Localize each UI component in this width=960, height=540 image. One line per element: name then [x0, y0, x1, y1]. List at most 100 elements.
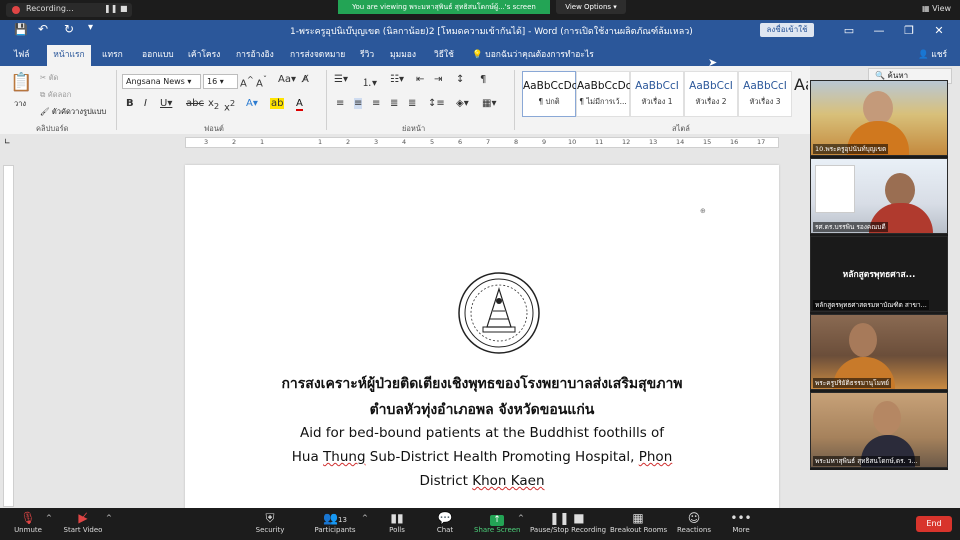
shrink-font-icon[interactable]: Aˇ	[256, 74, 267, 89]
share-screen-button[interactable]: ↑ Share Screen	[474, 510, 521, 534]
text-effects-icon[interactable]: A▾	[246, 98, 258, 109]
justify-icon[interactable]: ≣	[390, 98, 398, 109]
bullets-icon[interactable]: ☰▾	[334, 74, 348, 85]
align-right-icon[interactable]: ≡	[372, 98, 380, 109]
multilevel-list-icon[interactable]: ☷▾	[390, 74, 404, 85]
tab-layout[interactable]: เค้าโครง	[188, 47, 220, 61]
misspelled-word[interactable]: Thung	[323, 449, 365, 465]
tab-mailings[interactable]: การส่งจดหมาย	[290, 47, 345, 61]
align-left-icon[interactable]: ≡	[336, 98, 344, 109]
view-button[interactable]: ▦ View	[922, 4, 951, 13]
style-heading-3[interactable]: AaBbCcI หัวเรื่อง 3	[738, 71, 792, 117]
align-center-icon[interactable]: ≡	[354, 98, 363, 109]
tab-selector-icon[interactable]: ∟	[4, 137, 11, 146]
style-normal[interactable]: AaBbCcDc ¶ ปกติ	[522, 71, 577, 117]
share-button[interactable]: 👤 แชร์	[918, 47, 947, 61]
thai-title-line-2[interactable]: ตำบลหัวทุ่งอำเภอพล จังหวัดขอนแก่น	[185, 399, 779, 421]
bold-button[interactable]: B	[126, 98, 134, 109]
paste-icon[interactable]: 📋	[10, 72, 32, 93]
style-heading-1[interactable]: AaBbCcI หัวเรื่อง 1	[630, 71, 684, 117]
sort-icon[interactable]: ↕	[456, 74, 464, 85]
save-icon[interactable]: 💾	[14, 23, 28, 36]
view-options-button[interactable]: View Options ▾	[556, 0, 626, 14]
italic-button[interactable]: I	[144, 98, 147, 109]
participant-video-3[interactable]: หลักสูตรพุทธศาส... หลักสูตรพุทธศาสตรมหาบ…	[810, 236, 948, 312]
borders-icon[interactable]: ▦▾	[482, 98, 496, 109]
strikethrough-button[interactable]: abc	[186, 98, 204, 109]
tab-references[interactable]: การอ้างอิง	[236, 47, 274, 61]
font-color-icon[interactable]: A	[296, 98, 303, 111]
polls-button[interactable]: ▮▮ Polls	[380, 510, 414, 534]
tab-design[interactable]: ออกแบบ	[142, 47, 174, 61]
chevron-up-icon[interactable]: ^	[362, 514, 368, 522]
english-title-line-3[interactable]: District Khon Kaen	[185, 473, 779, 489]
show-marks-icon[interactable]: ¶	[480, 74, 486, 85]
tab-review[interactable]: รีวิว	[360, 47, 374, 61]
superscript-button[interactable]: x2	[224, 98, 235, 113]
stop-recording-icon[interactable]: ■	[120, 4, 128, 13]
tab-insert[interactable]: แทรก	[102, 47, 123, 61]
pause-stop-recording-button[interactable]: ❚❚ ■ Pause/Stop Recording	[530, 510, 606, 534]
close-icon[interactable]: ✕	[926, 22, 952, 40]
thai-title-line-1[interactable]: การสงเคราะห์ผู้ป่วยติดเตียงเชิงพุทธของโร…	[185, 373, 779, 395]
numbering-icon[interactable]: ⒈▾	[362, 74, 377, 89]
format-painter-button[interactable]: 🖌 ตัวคัดวางรูปแบบ	[40, 106, 106, 118]
start-video-button[interactable]: ▶̸ Start Video	[60, 510, 106, 534]
tell-me-search[interactable]: 💡 บอกฉันว่าคุณต้องการทำอะไร	[472, 47, 594, 61]
copy-button[interactable]: ⧉ คัดลอก	[40, 89, 71, 101]
tab-home[interactable]: หน้าแรก	[47, 45, 91, 66]
tab-help[interactable]: วิธีใช้	[434, 47, 454, 61]
participant-video-1[interactable]: 10.พระครูอุปนันท์บุญเขต	[810, 80, 948, 156]
underline-button[interactable]: U▾	[160, 98, 172, 109]
more-button[interactable]: ••• More	[726, 510, 756, 534]
font-name-select[interactable]: Angsana News ▾	[122, 74, 201, 89]
end-meeting-button[interactable]: End	[916, 516, 952, 532]
increase-indent-icon[interactable]: ⇥	[434, 74, 442, 85]
sign-in-button[interactable]: ลงชื่อเข้าใช้	[760, 23, 814, 37]
chevron-up-icon[interactable]: ^	[46, 514, 52, 522]
reactions-button[interactable]: ☺ Reactions	[674, 510, 714, 534]
style-heading-2[interactable]: AaBbCcI หัวเรื่อง 2	[684, 71, 738, 117]
paste-label[interactable]: วาง	[14, 98, 26, 110]
ribbon-display-icon[interactable]: ▭	[836, 22, 862, 40]
tab-file[interactable]: ไฟล์	[14, 47, 30, 61]
participants-button[interactable]: 👥13 Participants	[310, 510, 360, 534]
misspelled-word[interactable]: Khon Kaen	[472, 473, 544, 489]
distributed-icon[interactable]: ≣	[408, 98, 416, 109]
participant-video-5[interactable]: พระมหาสุพินธ์ สุทธิสนโดกษ์,ดร. ว...	[810, 392, 948, 468]
security-button[interactable]: ⛨ Security	[250, 510, 290, 534]
pause-recording-icon[interactable]: ❚❚	[104, 4, 117, 13]
font-size-select[interactable]: 16 ▾	[203, 74, 238, 89]
english-title-line-1[interactable]: Aid for bed-bound patients at the Buddhi…	[185, 425, 779, 441]
decrease-indent-icon[interactable]: ⇤	[416, 74, 424, 85]
vertical-ruler[interactable]	[3, 165, 14, 507]
restore-icon[interactable]: ❐	[896, 22, 922, 40]
participant-video-2[interactable]: รศ.ดร.บรรพิน รองคณบดี	[810, 158, 948, 234]
line-spacing-icon[interactable]: ↕≡	[428, 98, 445, 109]
ruler-bar[interactable]	[185, 137, 779, 148]
style-no-spacing[interactable]: AaBbCcDc ¶ ไม่มีการเว้...	[576, 71, 631, 117]
layout-options-icon[interactable]: ⊕	[700, 207, 706, 215]
subscript-button[interactable]: x2	[208, 98, 219, 111]
breakout-rooms-button[interactable]: ▦ Breakout Rooms	[610, 510, 667, 534]
chevron-up-icon[interactable]: ^	[106, 514, 112, 522]
document-page[interactable]: ⊕ การสงเคราะห์ผู้ป่วยติดเตียงเชิงพุทธของ…	[185, 165, 779, 510]
participant-video-4[interactable]: พระครูปริยัติธรรมานุโมทย์	[810, 314, 948, 390]
change-case-icon[interactable]: Aa▾	[278, 74, 296, 85]
clear-formatting-icon[interactable]: A̸	[302, 74, 309, 85]
undo-icon[interactable]: ↶	[38, 22, 48, 36]
minimize-icon[interactable]: —	[866, 22, 892, 40]
shading-icon[interactable]: ◈▾	[456, 98, 469, 109]
unmute-button[interactable]: 🎙 Unmute	[8, 510, 48, 534]
cut-button[interactable]: ✂ ตัด	[40, 72, 58, 84]
chat-button[interactable]: 💬 Chat	[428, 510, 462, 534]
chevron-up-icon[interactable]: ^	[518, 514, 524, 522]
redo-icon[interactable]: ↻	[64, 22, 74, 36]
style-title-partial[interactable]: AaB	[794, 71, 808, 115]
highlight-icon[interactable]: ab	[270, 98, 285, 109]
tab-view[interactable]: มุมมอง	[390, 47, 416, 61]
grow-font-icon[interactable]: A^	[240, 74, 254, 89]
customize-quick-access-icon[interactable]: ▾	[88, 22, 93, 33]
misspelled-word[interactable]: Phon	[639, 449, 673, 465]
english-title-line-2[interactable]: Hua Thung Sub-District Health Promoting …	[185, 449, 779, 465]
